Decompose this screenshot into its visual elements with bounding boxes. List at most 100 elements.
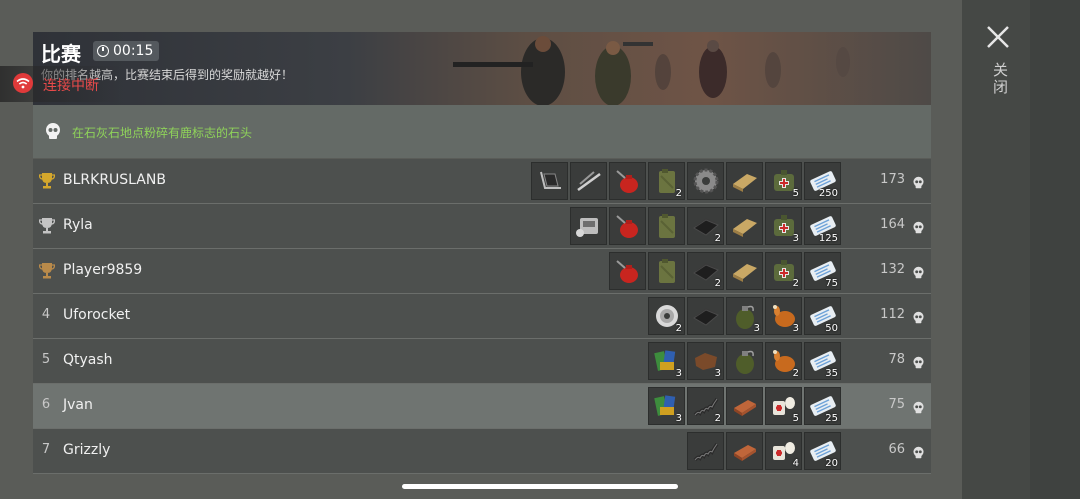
leaderboard-row[interactable]: 4 Uforocket 2 3 3 50 112 <box>33 294 931 339</box>
skull-icon <box>912 219 925 238</box>
reward-item[interactable] <box>570 162 607 200</box>
header-banner: 比赛 00:15 你的排名越高，比赛结束后得到的奖励就越好！ <box>33 32 931 105</box>
reward-item[interactable]: 50 <box>804 297 841 335</box>
reward-item[interactable]: 75 <box>804 252 841 290</box>
reward-items: 2 3 3 50 <box>648 297 841 335</box>
kill-score: 132 <box>880 262 905 277</box>
item-count: 2 <box>675 188 682 199</box>
reward-item[interactable] <box>609 252 646 290</box>
reward-item[interactable]: 3 <box>765 207 802 245</box>
reward-item[interactable] <box>726 342 763 380</box>
close-icon[interactable] <box>985 24 1011 50</box>
reward-item[interactable]: 35 <box>804 342 841 380</box>
reward-item[interactable] <box>648 207 685 245</box>
kill-score: 173 <box>880 172 905 187</box>
right-backdrop-edge <box>1030 0 1080 499</box>
leaderboard-row[interactable]: 5 Qtyash 3 3 2 35 78 <box>33 339 931 384</box>
timer-value: 00:15 <box>113 43 154 59</box>
player-name: Uforocket <box>63 307 131 323</box>
item-count: 75 <box>825 278 838 289</box>
home-indicator[interactable] <box>402 484 678 489</box>
reward-item[interactable]: 25 <box>804 387 841 425</box>
reward-item[interactable]: 3 <box>648 387 685 425</box>
item-count: 20 <box>825 458 838 469</box>
silver-trophy-icon <box>38 217 56 238</box>
kill-score: 112 <box>880 307 905 322</box>
item-count: 50 <box>825 323 838 334</box>
reward-item[interactable]: 5 <box>765 387 802 425</box>
leaderboard-row[interactable]: BLRKRUSLANB 2 5 250 173 <box>33 159 931 204</box>
page-title: 比赛 <box>41 42 81 66</box>
wifi-off-icon <box>13 73 33 93</box>
close-button-label[interactable]: 关闭 <box>990 62 1011 96</box>
reward-items: 3 3 2 35 <box>648 342 841 380</box>
player-name: Player9859 <box>63 262 143 278</box>
reward-items: 4 20 <box>687 432 841 470</box>
leaderboard-row[interactable]: Player9859 2 2 75 132 <box>33 249 931 294</box>
reward-item[interactable] <box>726 432 763 470</box>
rank-number: 5 <box>41 352 51 367</box>
countdown-timer: 00:15 <box>93 41 160 61</box>
item-count: 2 <box>792 368 799 379</box>
skull-icon <box>912 174 925 193</box>
reward-item[interactable]: 3 <box>687 342 724 380</box>
leaderboard-row[interactable]: 7 Grizzly 4 20 66 <box>33 429 931 474</box>
reward-item[interactable] <box>648 252 685 290</box>
reward-item[interactable]: 2 <box>648 297 685 335</box>
item-count: 3 <box>675 368 682 379</box>
leaderboard-row[interactable]: Ryla 2 3 125 164 <box>33 204 931 249</box>
item-count: 4 <box>792 458 799 469</box>
reward-item[interactable]: 2 <box>687 252 724 290</box>
item-count: 2 <box>714 233 721 244</box>
item-count: 125 <box>818 233 838 244</box>
item-count: 3 <box>714 368 721 379</box>
rank-number: 7 <box>41 442 51 457</box>
reward-item[interactable] <box>609 162 646 200</box>
item-count: 5 <box>792 413 799 424</box>
reward-item[interactable]: 4 <box>765 432 802 470</box>
reward-items: 2 3 125 <box>570 207 841 245</box>
item-count: 25 <box>825 413 838 424</box>
leaderboard-row[interactable]: 6 Jvan 3 2 5 25 75 <box>33 384 931 429</box>
reward-item[interactable]: 2 <box>687 207 724 245</box>
item-count: 3 <box>753 323 760 334</box>
reward-item[interactable] <box>726 387 763 425</box>
reward-item[interactable] <box>726 207 763 245</box>
mission-description: 在石灰石地点粉碎有鹿标志的石头 <box>72 126 253 140</box>
reward-items: 2 5 250 <box>531 162 841 200</box>
rank-number: 4 <box>41 307 51 322</box>
reward-item[interactable] <box>570 207 607 245</box>
skull-icon <box>912 354 925 373</box>
reward-item[interactable]: 3 <box>765 297 802 335</box>
skull-icon <box>912 264 925 283</box>
reward-item[interactable] <box>726 252 763 290</box>
player-name: Ryla <box>63 217 93 233</box>
item-count: 2 <box>675 323 682 334</box>
item-count: 3 <box>675 413 682 424</box>
reward-item[interactable]: 2 <box>765 342 802 380</box>
reward-item[interactable] <box>687 297 724 335</box>
item-count: 2 <box>792 278 799 289</box>
item-count: 5 <box>792 188 799 199</box>
kill-score: 75 <box>888 397 905 412</box>
reward-item[interactable]: 250 <box>804 162 841 200</box>
survivors-illustration <box>453 36 850 105</box>
kill-score: 78 <box>888 352 905 367</box>
reward-item[interactable]: 3 <box>648 342 685 380</box>
item-count: 2 <box>714 413 721 424</box>
item-count: 2 <box>714 278 721 289</box>
reward-item[interactable]: 5 <box>765 162 802 200</box>
reward-item[interactable]: 20 <box>804 432 841 470</box>
reward-item[interactable] <box>531 162 568 200</box>
reward-item[interactable]: 2 <box>648 162 685 200</box>
reward-item[interactable] <box>726 162 763 200</box>
reward-item[interactable]: 2 <box>765 252 802 290</box>
reward-item[interactable]: 125 <box>804 207 841 245</box>
reward-item[interactable]: 3 <box>726 297 763 335</box>
reward-item[interactable] <box>687 432 724 470</box>
reward-item[interactable] <box>609 207 646 245</box>
reward-item[interactable]: 2 <box>687 387 724 425</box>
reward-item[interactable] <box>687 162 724 200</box>
item-count: 250 <box>818 188 838 199</box>
reward-items: 3 2 5 25 <box>648 387 841 425</box>
